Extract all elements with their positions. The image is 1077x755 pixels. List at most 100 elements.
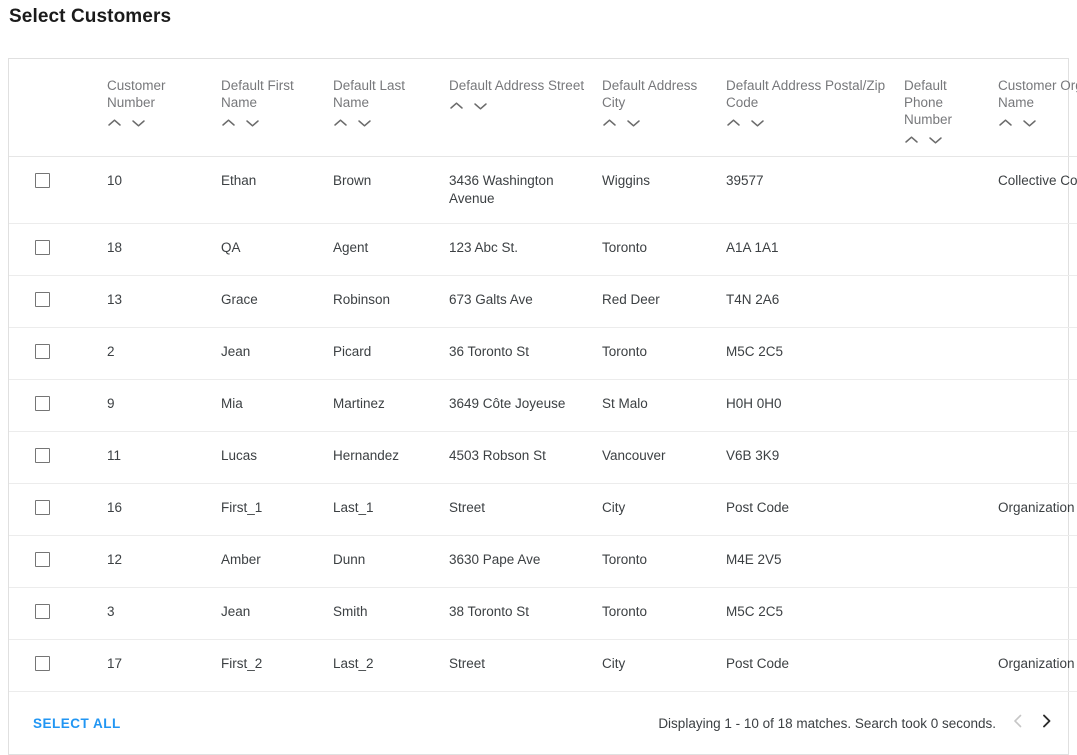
row-select-cell[interactable] [9, 327, 107, 380]
column-header-default-address-postal-zip-code[interactable]: Default Address Postal/Zip Code [726, 59, 904, 157]
row-select-cell[interactable] [9, 587, 107, 640]
sort-controls [449, 101, 592, 112]
row-select-cell[interactable] [9, 431, 107, 484]
chevron-down-icon[interactable] [1022, 118, 1037, 129]
cell-default-phone-number [904, 431, 998, 484]
cell-default-phone-number [904, 639, 998, 692]
chevron-down-icon[interactable] [928, 135, 943, 146]
cell-customer-organization-name [998, 327, 1077, 380]
table-row[interactable]: 9 Mia Martinez 3649 Côte Joyeuse St Malo H0H … [9, 379, 1077, 432]
column-header-customer-number[interactable]: Customer Number [107, 59, 221, 157]
column-header-customer-organization-name[interactable]: Customer Organization Name [998, 59, 1077, 157]
cell-customer-organization-name [998, 379, 1077, 432]
column-header-default-last-name[interactable]: Default Last Name [333, 59, 449, 157]
table-row[interactable]: 13 Grace Robinson 673 Galts Ave Red Deer T4N … [9, 275, 1077, 328]
cell-default-address-postal-zip-code: M5C 2C5 [726, 327, 904, 380]
column-header-default-address-city[interactable]: Default Address City [602, 59, 726, 157]
column-header-label: Default Phone Number [904, 78, 953, 127]
table-row[interactable]: 12 Amber Dunn 3630 Pape Ave Toronto M4E 2V5 [9, 535, 1077, 588]
cell-customer-organization-name: Organization 2 [998, 639, 1077, 692]
row-checkbox[interactable] [35, 604, 50, 619]
chevron-up-icon[interactable] [602, 118, 617, 129]
column-header-label: Default Address City [602, 78, 698, 110]
cell-default-address-postal-zip-code: T4N 2A6 [726, 275, 904, 328]
row-checkbox[interactable] [35, 292, 50, 307]
row-checkbox[interactable] [35, 173, 50, 188]
cell-customer-number: 10 [107, 156, 221, 224]
row-select-cell[interactable] [9, 156, 107, 224]
table-row[interactable]: 10 Ethan Brown 3436 Washington Avenue Wiggin… [9, 156, 1077, 224]
cell-default-last-name: Agent [333, 223, 449, 276]
chevron-down-icon[interactable] [626, 118, 641, 129]
row-checkbox[interactable] [35, 448, 50, 463]
cell-customer-number: 16 [107, 483, 221, 536]
cell-default-first-name: Amber [221, 535, 333, 588]
row-checkbox[interactable] [35, 240, 50, 255]
row-select-cell[interactable] [9, 639, 107, 692]
cell-default-address-city: Toronto [602, 223, 726, 276]
table-row[interactable]: 3 Jean Smith 38 Toronto St Toronto M5C 2C5 [9, 587, 1077, 640]
pagination-prev-button[interactable] [1009, 713, 1025, 733]
cell-default-address-street: Street [449, 483, 602, 536]
table-row[interactable]: 2 Jean Picard 36 Toronto St Toronto M5C 2C5 [9, 327, 1077, 380]
select-all-button[interactable]: SELECT ALL [33, 716, 121, 731]
cell-default-address-postal-zip-code: H0H 0H0 [726, 379, 904, 432]
cell-default-phone-number [904, 223, 998, 276]
row-select-cell[interactable] [9, 223, 107, 276]
cell-default-address-postal-zip-code: V6B 3K9 [726, 431, 904, 484]
chevron-up-icon[interactable] [998, 118, 1013, 129]
row-checkbox[interactable] [35, 656, 50, 671]
cell-default-address-postal-zip-code: Post Code [726, 483, 904, 536]
pagination-next-button[interactable] [1038, 713, 1054, 733]
cell-default-address-postal-zip-code: Post Code [726, 639, 904, 692]
table-row[interactable]: 17 First_2 Last_2 Street City Post Code Organi… [9, 639, 1077, 692]
cell-default-address-city: City [602, 483, 726, 536]
cell-default-last-name: Smith [333, 587, 449, 640]
cell-default-address-city: Toronto [602, 535, 726, 588]
chevron-up-icon[interactable] [726, 118, 741, 129]
cell-default-address-postal-zip-code: 39577 [726, 156, 904, 224]
chevron-up-icon[interactable] [221, 118, 236, 129]
row-checkbox[interactable] [35, 396, 50, 411]
cell-customer-organization-name: Collective Concerts [998, 156, 1077, 224]
column-header-label: Customer Organization Name [998, 78, 1077, 110]
row-checkbox[interactable] [35, 552, 50, 567]
row-select-cell[interactable] [9, 275, 107, 328]
chevron-down-icon[interactable] [473, 101, 488, 112]
chevron-up-icon[interactable] [449, 101, 464, 112]
cell-default-last-name: Dunn [333, 535, 449, 588]
cell-default-address-street: 3649 Côte Joyeuse [449, 379, 602, 432]
chevron-down-icon[interactable] [750, 118, 765, 129]
chevron-right-icon [1041, 713, 1052, 734]
customers-table-card: Customer Number Default First Name Default… [8, 58, 1077, 755]
table-row[interactable]: 16 First_1 Last_1 Street City Post Code Organi… [9, 483, 1077, 536]
column-header-default-first-name[interactable]: Default First Name [221, 59, 333, 157]
chevron-up-icon[interactable] [904, 135, 919, 146]
cell-default-address-street: 4503 Robson St [449, 431, 602, 484]
row-checkbox[interactable] [35, 344, 50, 359]
chevron-up-icon[interactable] [333, 118, 348, 129]
cell-default-address-street: Street [449, 639, 602, 692]
cell-default-last-name: Robinson [333, 275, 449, 328]
table-row[interactable]: 18 QA Agent 123 Abc St. Toronto A1A 1A1 [9, 223, 1077, 276]
cell-customer-number: 17 [107, 639, 221, 692]
row-select-cell[interactable] [9, 379, 107, 432]
cell-default-last-name: Picard [333, 327, 449, 380]
cell-default-address-city: Wiggins [602, 156, 726, 224]
chevron-down-icon[interactable] [357, 118, 372, 129]
row-select-cell[interactable] [9, 535, 107, 588]
row-select-cell[interactable] [9, 483, 107, 536]
cell-customer-number: 9 [107, 379, 221, 432]
cell-default-address-city: Toronto [602, 587, 726, 640]
cell-customer-organization-name: Organization 1 [998, 483, 1077, 536]
cell-default-address-postal-zip-code: M4E 2V5 [726, 535, 904, 588]
cell-default-phone-number [904, 275, 998, 328]
table-row[interactable]: 11 Lucas Hernandez 4503 Robson St Vancouver V… [9, 431, 1077, 484]
chevron-down-icon[interactable] [245, 118, 260, 129]
column-header-default-address-street[interactable]: Default Address Street [449, 59, 602, 157]
column-header-label: Default Address Postal/Zip Code [726, 78, 886, 110]
row-checkbox[interactable] [35, 500, 50, 515]
chevron-down-icon[interactable] [131, 118, 146, 129]
chevron-up-icon[interactable] [107, 118, 122, 129]
column-header-default-phone-number[interactable]: Default Phone Number [904, 59, 998, 157]
